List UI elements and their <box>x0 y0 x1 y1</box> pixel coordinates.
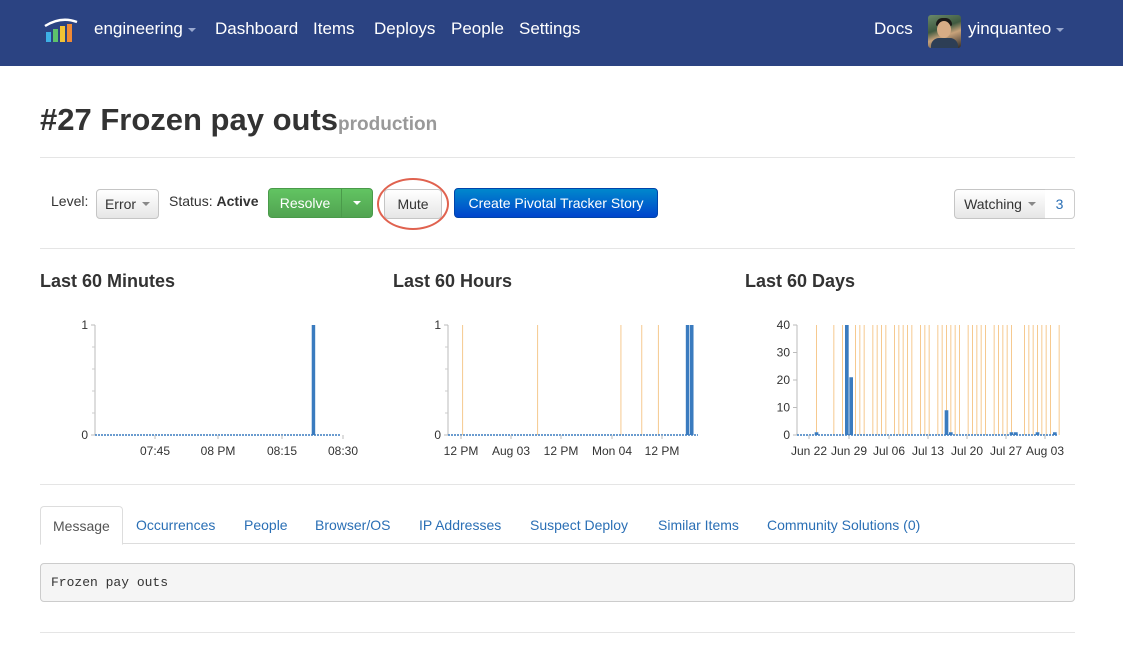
chart-title-hours: Last 60 Hours <box>393 271 513 291</box>
y-tick-label: 1 <box>81 318 88 332</box>
rollbar-logo-icon[interactable] <box>44 18 78 42</box>
level-value: Error <box>104 196 137 212</box>
x-tick-label: 08:30 <box>328 444 358 458</box>
watching-label: Watching <box>964 196 1022 212</box>
status-value: Active <box>216 193 259 209</box>
chevron-down-icon <box>1056 27 1065 32</box>
x-tick-label: Jul 20 <box>951 444 983 458</box>
project-name: engineering <box>94 19 183 38</box>
tab-community-solutions[interactable]: Community Solutions (0) <box>767 506 920 544</box>
x-tick-label: 12 PM <box>544 444 579 458</box>
page-title: #27 Frozen pay outs <box>40 102 339 137</box>
y-tick-label: 0 <box>81 428 88 442</box>
nav-dashboard[interactable]: Dashboard <box>215 19 298 39</box>
x-tick-label: Jun 22 <box>791 444 827 458</box>
x-tick-label: Jul 27 <box>990 444 1022 458</box>
bar <box>1052 432 1057 435</box>
tab-people[interactable]: People <box>244 506 288 544</box>
bar <box>814 432 819 435</box>
bar <box>849 377 854 435</box>
nav-deploys[interactable]: Deploys <box>374 19 435 39</box>
x-tick-label: Jul 06 <box>873 444 905 458</box>
x-tick-label: Jun 29 <box>831 444 867 458</box>
tab-ip-addresses[interactable]: IP Addresses <box>419 506 501 544</box>
chevron-down-icon <box>353 201 361 205</box>
divider <box>40 157 1075 158</box>
x-tick-label: Jul 13 <box>912 444 944 458</box>
nav-people[interactable]: People <box>451 19 504 39</box>
level-label: Level: <box>51 193 89 209</box>
resolve-button[interactable]: Resolve <box>268 188 342 218</box>
divider <box>40 248 1075 249</box>
chart-title-minutes: Last 60 Minutes <box>40 271 176 291</box>
y-tick-label: 1 <box>434 318 441 332</box>
bar <box>1035 432 1040 435</box>
watching-dropdown[interactable]: Watching <box>954 189 1046 219</box>
nav-settings[interactable]: Settings <box>519 19 580 39</box>
nav-items[interactable]: Items <box>313 19 355 39</box>
tab-similar-items[interactable]: Similar Items <box>658 506 739 544</box>
bar <box>944 410 949 435</box>
bar <box>844 325 849 435</box>
x-tick-label: Aug 03 <box>1026 444 1064 458</box>
status-label: Status: Active <box>169 193 259 209</box>
y-tick-label: 30 <box>777 346 791 360</box>
chart-title-days: Last 60 Days <box>745 271 856 291</box>
chevron-down-icon <box>142 202 151 206</box>
chart-last-60-minutes: 0 1 07:45 08 PM 08:15 08:30 <box>81 318 358 458</box>
mute-button[interactable]: Mute <box>384 189 442 219</box>
nav-docs[interactable]: Docs <box>874 19 913 39</box>
y-tick-label: 40 <box>777 318 791 332</box>
message-body: Frozen pay outs <box>40 563 1075 602</box>
item-tabs: Message Occurrences People Browser/OS IP… <box>40 506 1075 545</box>
chart-last-60-hours: 0 1 12 PM Aug 03 12 PM Mon 04 12 PM <box>434 318 698 458</box>
bar <box>948 432 953 435</box>
divider <box>40 484 1075 485</box>
x-tick-label: 08:15 <box>267 444 297 458</box>
chart-last-60-days: 0 10 20 30 40 Jun 22 Jun 29 Jul 06 Jul 13 Jul 20 J… <box>777 318 1065 458</box>
watchers-count[interactable]: 3 <box>1045 189 1075 219</box>
user-menu[interactable]: yinquanteo <box>968 19 1065 39</box>
bar <box>685 325 690 435</box>
chevron-down-icon <box>187 27 196 32</box>
bar <box>1013 432 1018 435</box>
y-tick-label: 10 <box>777 401 791 415</box>
y-tick-label: 0 <box>783 428 790 442</box>
x-tick-label: Mon 04 <box>592 444 632 458</box>
divider <box>40 632 1075 633</box>
y-tick-label: 0 <box>434 428 441 442</box>
x-tick-label: 07:45 <box>140 444 170 458</box>
environment-label: production <box>338 114 438 135</box>
level-dropdown[interactable]: Error <box>96 189 159 219</box>
bar <box>689 325 694 435</box>
tab-occurrences[interactable]: Occurrences <box>136 506 215 544</box>
x-tick-label: Aug 03 <box>492 444 530 458</box>
resolve-options-button[interactable] <box>341 188 373 218</box>
y-tick-label: 20 <box>777 373 791 387</box>
avatar[interactable] <box>928 15 961 48</box>
x-tick-label: 12 PM <box>645 444 680 458</box>
x-tick-label: 08 PM <box>201 444 236 458</box>
tab-suspect-deploy[interactable]: Suspect Deploy <box>530 506 628 544</box>
tab-browser-os[interactable]: Browser/OS <box>315 506 390 544</box>
x-tick-label: 12 PM <box>444 444 479 458</box>
create-pivotal-story-button[interactable]: Create Pivotal Tracker Story <box>454 188 658 218</box>
tab-message[interactable]: Message <box>40 506 123 545</box>
bar <box>311 325 316 435</box>
top-navbar: engineering Dashboard Items Deploys Peop… <box>0 0 1123 66</box>
chevron-down-icon <box>1027 202 1036 206</box>
username: yinquanteo <box>968 19 1052 38</box>
bar <box>1009 432 1014 435</box>
project-switcher[interactable]: engineering <box>94 19 196 39</box>
